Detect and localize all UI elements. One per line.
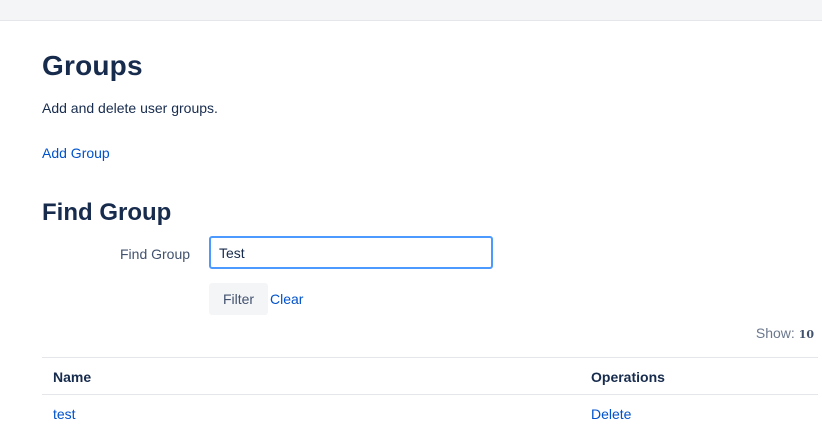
group-name-link[interactable]: test xyxy=(53,406,76,422)
add-group-link[interactable]: Add Group xyxy=(42,145,110,161)
table-header: Name Operations xyxy=(42,357,818,395)
table-row: test Delete xyxy=(42,395,818,431)
find-group-heading: Find Group xyxy=(42,199,172,226)
top-bar xyxy=(0,0,822,21)
page-description: Add and delete user groups. xyxy=(42,100,218,116)
find-group-input[interactable] xyxy=(209,236,493,269)
show-count[interactable]: Show: 10 xyxy=(756,325,814,341)
column-header-operations: Operations xyxy=(591,369,665,385)
groups-table: Name Operations test Delete xyxy=(42,357,818,431)
show-value[interactable]: 10 xyxy=(799,328,814,341)
column-header-name: Name xyxy=(53,369,92,385)
page-title: Groups xyxy=(42,50,143,81)
clear-link[interactable]: Clear xyxy=(270,291,303,307)
show-label: Show: xyxy=(755,325,795,341)
delete-link[interactable]: Delete xyxy=(591,406,631,422)
find-group-label: Find Group xyxy=(120,246,191,262)
filter-button[interactable]: Filter xyxy=(209,283,268,315)
